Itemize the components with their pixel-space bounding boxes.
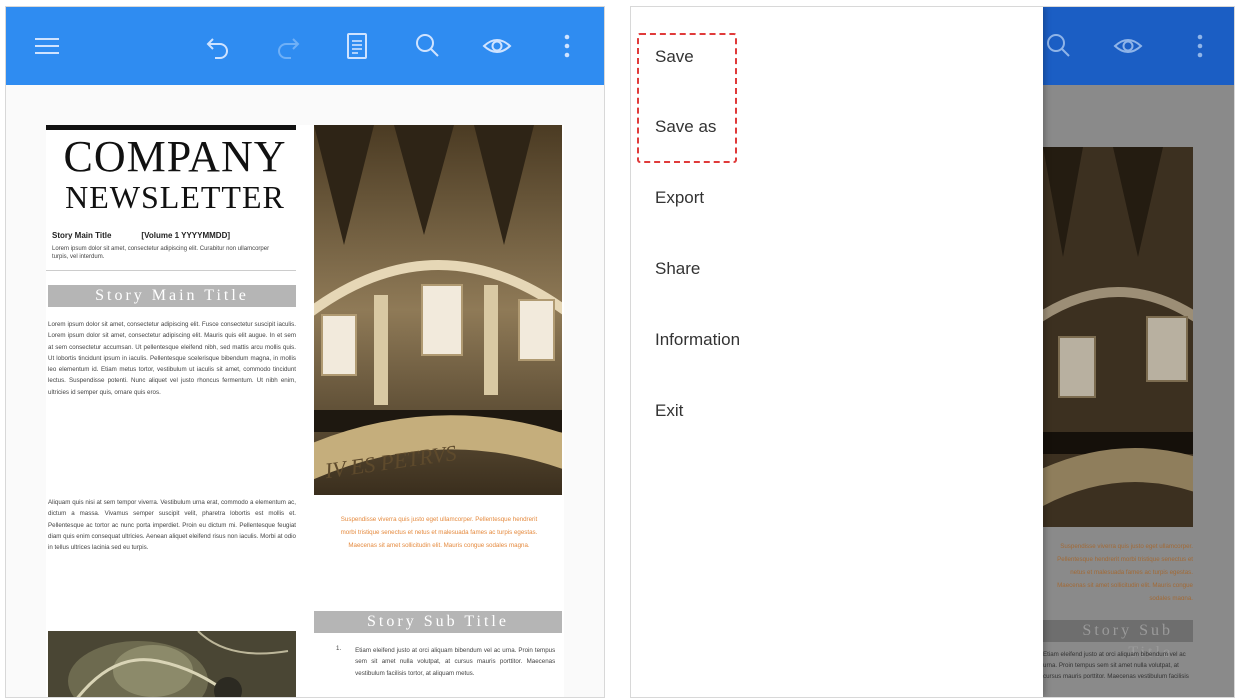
top-toolbar xyxy=(6,7,604,85)
file-menu-drawer: Save Save as Export Share Information Ex… xyxy=(631,7,1043,697)
intro-text: Lorem ipsum dolor sit amet, consectetur … xyxy=(52,246,270,260)
menu-item-save[interactable]: Save xyxy=(655,47,694,67)
volume-label: [Volume 1 YYYYMMDD] xyxy=(141,231,231,240)
left-screen: COMPANY NEWSLETTER Story Main Title [Vol… xyxy=(5,6,605,698)
redo-icon[interactable] xyxy=(271,29,305,63)
sub-story-banner: Story Sub Title xyxy=(314,611,562,633)
right-screen: Suspendisse viverra quis justo eget ulla… xyxy=(630,6,1235,698)
menu-item-information[interactable]: Information xyxy=(655,330,740,350)
menu-item-share[interactable]: Share xyxy=(655,259,700,279)
pull-quote: Suspendisse viverra quis justo eget ulla… xyxy=(340,516,538,549)
newsletter-title-line2: NEWSLETTER xyxy=(65,179,285,215)
pull-quote-dimmed: Suspendisse viverra quis justo eget ulla… xyxy=(1057,543,1193,600)
list-item: 1. Etiam eleifend justo at orci aliquam … xyxy=(336,645,556,691)
newsletter-page: COMPANY NEWSLETTER Story Main Title [Vol… xyxy=(46,125,564,697)
paragraph-2: Aliquam quis nisi at sem tempor viverra.… xyxy=(48,499,296,552)
main-story-banner: Story Main Title xyxy=(48,285,296,307)
sub-story-banner-dimmed: Story Sub Title xyxy=(1043,620,1193,661)
menu-item-save-as[interactable]: Save as xyxy=(655,117,716,137)
list-item-dimmed: Etiam eleifend justo at orci aliquam bib… xyxy=(1043,651,1189,679)
eye-icon xyxy=(1111,29,1145,63)
story-label: Story Main Title xyxy=(52,231,112,240)
search-icon[interactable] xyxy=(410,29,444,63)
menu-icon[interactable] xyxy=(30,29,64,63)
undo-icon[interactable] xyxy=(201,29,235,63)
dome-photo-dimmed xyxy=(1043,147,1193,527)
document-canvas[interactable]: COMPANY NEWSLETTER Story Main Title [Vol… xyxy=(6,85,604,697)
menu-item-export[interactable]: Export xyxy=(655,188,704,208)
document-icon[interactable] xyxy=(340,29,374,63)
story-meta: Story Main Title [Volume 1 YYYYMMDD] xyxy=(52,231,298,240)
divider xyxy=(46,270,296,271)
list-item-text: Etiam eleifend justo at orci aliquam bib… xyxy=(355,647,556,677)
menu-item-exit[interactable]: Exit xyxy=(655,401,683,421)
paragraph-1: Lorem ipsum dolor sit amet, consectetur … xyxy=(48,321,296,396)
more-vert-icon[interactable] xyxy=(550,29,584,63)
eye-icon[interactable] xyxy=(480,29,514,63)
newsletter-title-line1: COMPANY xyxy=(63,132,287,181)
search-icon xyxy=(1041,29,1075,63)
more-vert-icon xyxy=(1183,29,1217,63)
dome-photo: IV ES PETRVS xyxy=(314,125,562,495)
lizard-photo xyxy=(48,631,296,697)
title-rule xyxy=(46,125,296,130)
